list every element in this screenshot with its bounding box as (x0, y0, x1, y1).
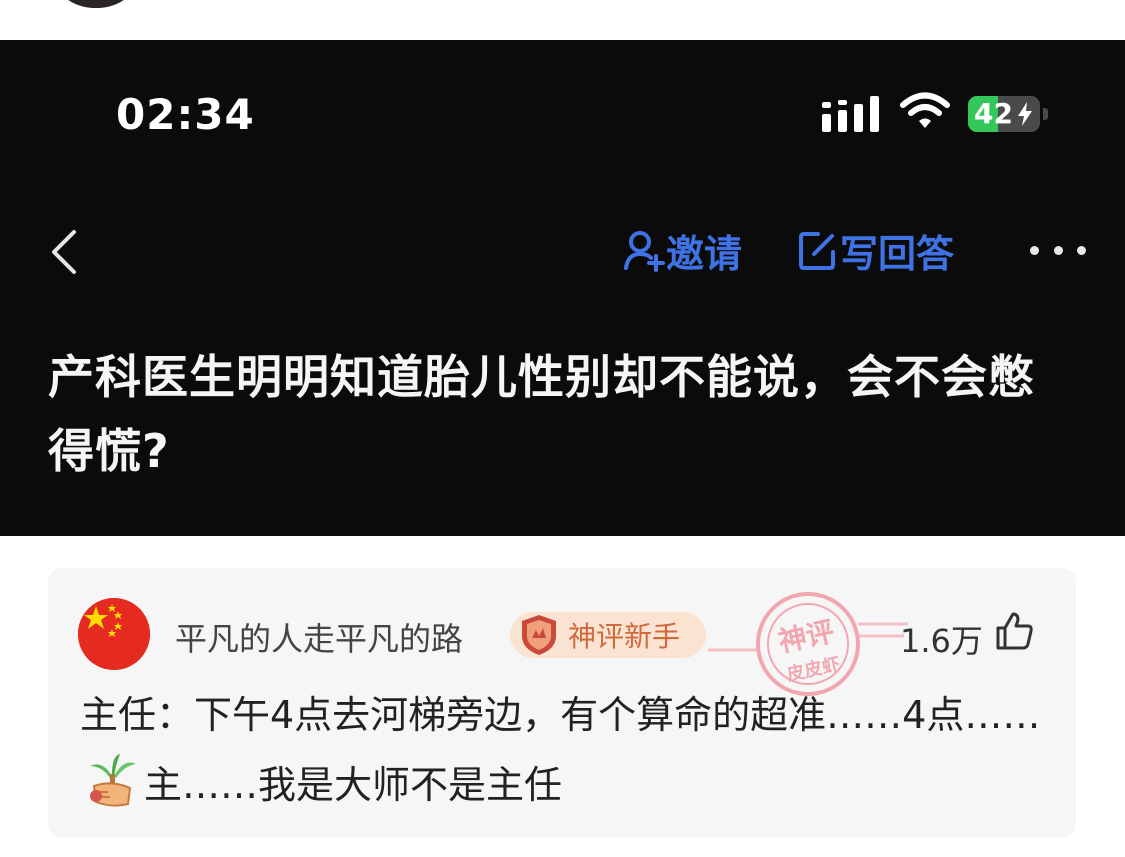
edit-icon (799, 232, 835, 270)
invite-label: 邀请 (666, 231, 743, 276)
badge-label: 神评新手 (568, 620, 681, 653)
charging-bolt-icon (1018, 102, 1032, 126)
partial-avatar (60, 0, 132, 8)
status-badge: 神评新手 (510, 612, 706, 658)
china-flag-icon (78, 598, 150, 670)
like-count: 1.6万 (900, 622, 983, 660)
write-answer-label: 写回答 (840, 231, 955, 276)
battery-percent: 42 (974, 97, 1013, 130)
back-chevron-icon[interactable] (44, 224, 84, 280)
write-answer-button[interactable]: 写回答 (796, 226, 954, 276)
comment-card[interactable]: 平凡的人走平凡的路 神评新手 神评 皮皮虾 1.6万 主任：下午4点去河梯旁边，… (48, 568, 1076, 838)
username[interactable]: 平凡的人走平凡的路 (175, 614, 463, 660)
battery-indicator: 42 (968, 96, 1048, 132)
stamp-text-top: 神评 (776, 615, 838, 659)
embedded-screenshot: 02:34 42 邀请 写回答 产科医生明明知道胎儿性别却不能说，会不会憋得慌? (0, 40, 1125, 536)
battery-body: 42 (968, 96, 1040, 132)
comment-body: 主任：下午4点去河梯旁边，有个算命的超准……4点…… 主……我是大师不是主任 (80, 680, 1060, 820)
question-title: 产科医生明明知道胎儿性别却不能说，会不会憋得慌? (48, 350, 1035, 478)
thumbs-up-icon[interactable] (994, 610, 1036, 652)
more-dot (1053, 245, 1063, 255)
more-dot (1030, 245, 1039, 255)
cellular-signal-icon (822, 96, 879, 132)
status-time: 02:34 (116, 90, 255, 139)
comment-text-part2: 主……我是大师不是主任 (144, 763, 563, 807)
coconut-tree-hand-emoji-icon (90, 754, 136, 807)
invite-button[interactable]: 邀请 (622, 226, 742, 276)
battery-cap (1043, 108, 1048, 120)
shield-badge-icon (522, 615, 556, 655)
wifi-icon (900, 92, 950, 128)
add-user-icon (624, 231, 665, 272)
avatar[interactable] (78, 598, 150, 670)
top-strip (0, 0, 1125, 40)
comment-text-part1: 主任：下午4点去河梯旁边，有个算命的超准……4点…… (80, 693, 1041, 737)
more-button[interactable] (1030, 240, 1086, 260)
more-dot (1077, 245, 1086, 255)
